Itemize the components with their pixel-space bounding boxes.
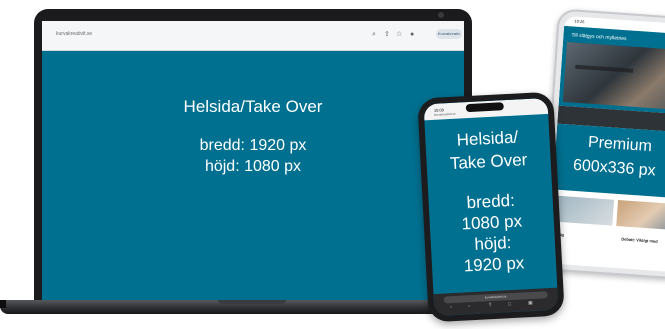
article-header-text: Till slätgys och mylletries xyxy=(571,32,627,43)
ad-format-title: Helsida/Take Over xyxy=(183,97,323,116)
article-header: Till slätgys och mylletries xyxy=(558,25,665,115)
status-bar: 10:00 kurvakreativit.se xyxy=(423,97,549,121)
back-icon[interactable]: ‹ xyxy=(450,304,452,310)
share-icon[interactable]: ⇪ xyxy=(384,31,390,38)
webcam-icon xyxy=(438,12,444,18)
tabs-icon[interactable]: ▣ xyxy=(528,300,533,306)
dynamic-island xyxy=(465,102,504,113)
phone-screen: 10:26 Till slätgys och mylletries Premiu… xyxy=(547,15,665,273)
width-text: bredd: 1920 px xyxy=(199,137,307,154)
article-photo[interactable] xyxy=(562,42,665,111)
card-caption[interactable]: Debatt: Vikt/gt med xyxy=(621,236,658,244)
ad-format-dimensions: bredd: 1920 px höjd: 1080 px xyxy=(42,135,464,177)
premium-size: 600x336 px xyxy=(572,156,657,180)
status-time: 10:26 xyxy=(574,18,585,25)
browser-bottom-bar: kurvakreativit.se ‹ › ⇪ □ ▣ xyxy=(433,287,559,317)
profile-button[interactable]: Kurvakreativ xyxy=(436,29,462,39)
bookmarks-icon[interactable]: □ xyxy=(508,301,511,307)
phone-mockup-takeover: 10:00 kurvakreativit.se Helsida/ Take Ov… xyxy=(417,91,565,323)
laptop-screen: kurvakreativit.se ⌕ ⇪ ☆ ● Kurvakreativ H… xyxy=(42,21,464,300)
forward-icon[interactable]: › xyxy=(468,303,470,309)
browser-toolbar: kurvakreativit.se ⌕ ⇪ ☆ ● Kurvakreativ xyxy=(42,21,464,51)
laptop-base-notch xyxy=(218,300,286,304)
status-url: kurvakreativit.se xyxy=(433,111,456,117)
article-card-image[interactable] xyxy=(554,195,614,226)
share-icon[interactable]: ⇪ xyxy=(488,302,493,308)
browser-tab-url[interactable]: kurvakreativit.se xyxy=(56,31,92,37)
laptop-notch xyxy=(222,9,444,19)
photo-caption-bar xyxy=(575,64,634,73)
phone-screen: 10:00 kurvakreativit.se Helsida/ Take Ov… xyxy=(423,97,559,317)
ad-format-dimensions: bredd: 1080 px höjd: 1920 px xyxy=(428,188,556,278)
ad-format-title: Helsida/ Take Over xyxy=(425,124,551,176)
star-icon[interactable]: ☆ xyxy=(396,31,402,38)
search-icon[interactable]: ⌕ xyxy=(372,31,376,38)
laptop-foot xyxy=(0,300,6,308)
premium-ad-slot: Premium 600x336 px xyxy=(552,123,665,199)
article-card-image[interactable] xyxy=(616,200,665,230)
user-icon[interactable]: ● xyxy=(410,31,414,38)
premium-title: Premium xyxy=(587,133,653,156)
height-text: höjd: 1080 px xyxy=(204,158,302,175)
laptop-mockup: kurvakreativit.se ⌕ ⇪ ☆ ● Kurvakreativ H… xyxy=(34,9,472,303)
article-cards xyxy=(554,195,665,238)
